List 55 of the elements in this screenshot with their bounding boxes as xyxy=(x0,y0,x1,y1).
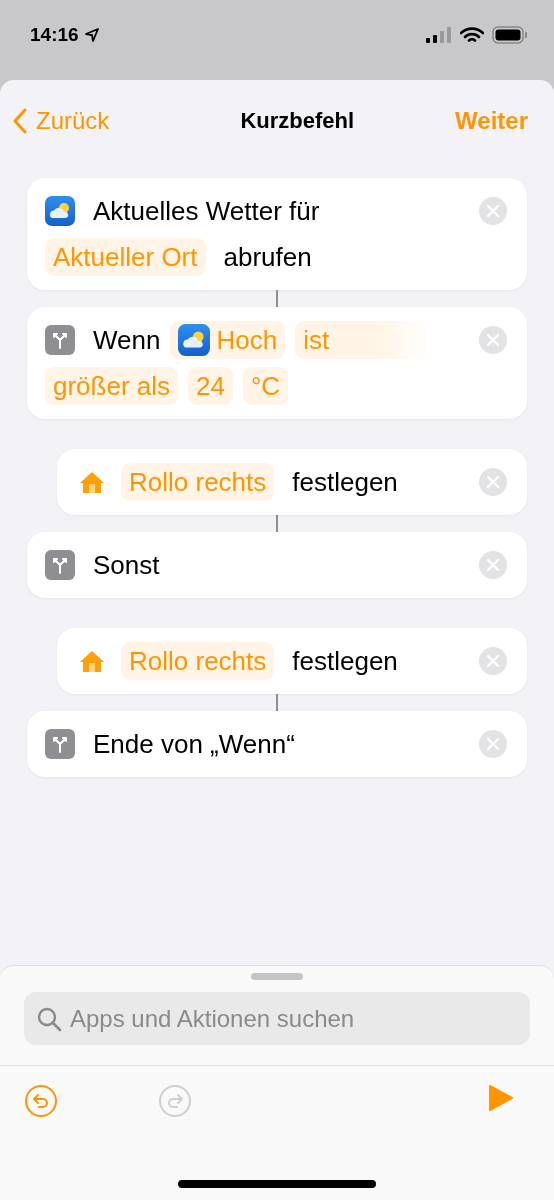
house-icon xyxy=(79,649,105,673)
action-text: festlegen xyxy=(292,466,398,499)
action-text: Wenn xyxy=(93,324,161,357)
weather-icon xyxy=(45,196,75,226)
parameter-token[interactable]: Aktueller Ort xyxy=(45,238,206,276)
close-icon xyxy=(486,333,500,347)
parameter-token[interactable]: 24 xyxy=(188,367,233,405)
action-card[interactable]: Rollo rechts festlegen xyxy=(57,449,527,515)
signal-icon xyxy=(426,27,452,43)
remove-button[interactable] xyxy=(479,647,507,675)
parameter-token[interactable]: Rollo rechts xyxy=(121,642,275,680)
nav-title: Kurzbefehl xyxy=(240,108,355,134)
close-icon xyxy=(486,558,500,572)
action-text: abrufen xyxy=(223,241,312,274)
wifi-icon xyxy=(460,26,484,44)
weather-icon xyxy=(178,324,211,356)
action-card[interactable]: Wenn Hoch ist größer als 24 °C xyxy=(27,307,527,419)
chevron-left-icon xyxy=(12,108,28,134)
action-text: Sonst xyxy=(93,549,160,582)
undo-button[interactable] xyxy=(24,1084,58,1118)
redo-icon xyxy=(158,1084,192,1118)
parameter-token[interactable]: Rollo rechts xyxy=(121,463,275,501)
parameter-token[interactable]: °C xyxy=(242,367,289,405)
remove-button[interactable] xyxy=(479,468,507,496)
play-button[interactable] xyxy=(488,1084,514,1112)
status-time: 14:16 xyxy=(30,24,99,46)
close-icon xyxy=(486,475,500,489)
branch-icon xyxy=(45,729,75,759)
play-icon xyxy=(488,1084,514,1112)
close-icon xyxy=(486,654,500,668)
parameter-token[interactable]: größer als xyxy=(45,367,179,405)
action-card[interactable]: Sonst xyxy=(27,532,527,598)
action-text: Aktuelles Wetter für xyxy=(93,195,320,228)
remove-button[interactable] xyxy=(479,326,507,354)
next-button[interactable]: Weiter xyxy=(455,107,528,135)
sheet-handle[interactable] xyxy=(251,973,303,980)
undo-icon xyxy=(24,1084,58,1118)
action-card[interactable]: Aktuelles Wetter für Aktueller Ort abrufen xyxy=(27,178,527,290)
remove-button[interactable] xyxy=(479,730,507,758)
remove-button[interactable] xyxy=(479,197,507,225)
action-text: Ende von „Wenn“ xyxy=(93,728,295,761)
remove-button[interactable] xyxy=(479,551,507,579)
close-icon xyxy=(486,737,500,751)
close-icon xyxy=(486,204,500,218)
branch-icon xyxy=(45,325,75,355)
action-text: festlegen xyxy=(292,645,398,678)
battery-icon xyxy=(492,26,528,44)
action-card[interactable]: Ende von „Wenn“ xyxy=(27,711,527,777)
house-icon xyxy=(79,470,105,494)
search-field[interactable]: Apps und Aktionen suchen xyxy=(24,992,530,1045)
parameter-token[interactable]: Hoch xyxy=(170,321,286,359)
branch-icon xyxy=(45,550,75,580)
location-arrow-icon xyxy=(84,28,99,42)
back-button[interactable]: Zurück xyxy=(12,107,110,135)
action-card[interactable]: Rollo rechts festlegen xyxy=(57,628,527,694)
